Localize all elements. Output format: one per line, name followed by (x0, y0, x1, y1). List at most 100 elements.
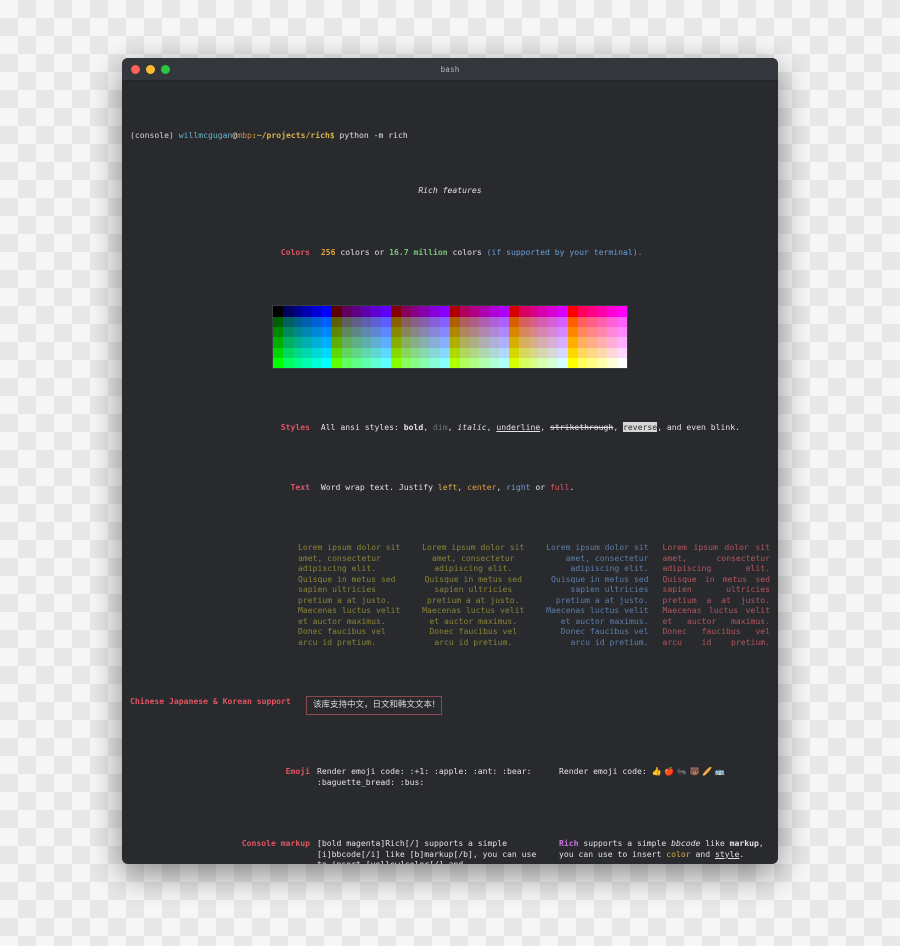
color-swatch (381, 337, 391, 348)
color-swatch (459, 316, 470, 328)
color-swatch (528, 327, 539, 338)
color-swatch (567, 306, 578, 317)
emoji-codes-line1: Render emoji code: :+1: :apple: :ant: :b… (317, 765, 532, 776)
color-swatch (322, 316, 332, 328)
color-swatch (361, 327, 372, 338)
window-controls[interactable] (131, 64, 170, 74)
color-swatch (322, 337, 332, 348)
color-swatch (499, 358, 509, 369)
color-swatch (361, 347, 372, 359)
color-swatch (361, 358, 372, 369)
color-swatch (459, 337, 470, 348)
console-markup-label: Console markup (241, 838, 310, 849)
color-swatch (420, 316, 431, 328)
colors-note: (if supported by your terminal). (486, 246, 643, 257)
console-markup-source: [bold magenta]Rich[/] supports a simple[… (317, 838, 539, 864)
color-swatch (528, 337, 539, 348)
color-swatch (440, 347, 450, 359)
color-swatch (538, 347, 549, 359)
justify-left: left (437, 482, 458, 493)
color-swatch (292, 347, 303, 359)
prompt-prefix: (console) (130, 130, 179, 141)
color-swatch (518, 358, 529, 369)
color-swatch (341, 358, 352, 369)
color-swatch (538, 316, 549, 328)
colors-text-b: colors (447, 246, 487, 257)
lorem-center: Lorem ipsum dolor sit amet, consectetur … (422, 542, 525, 647)
color-swatch (469, 327, 480, 338)
color-swatch (597, 337, 608, 348)
prompt-path: :~/projects/rich$ (251, 130, 335, 141)
color-swatch (400, 316, 411, 328)
color-swatch (440, 306, 450, 317)
color-swatch (371, 358, 382, 369)
markup-line1: [bold magenta]Rich[/] supports a simple (317, 838, 508, 849)
close-button[interactable] (131, 64, 140, 74)
lorem-right: Lorem ipsum dolor sit amet, consectetur … (546, 542, 649, 647)
color-swatch (302, 358, 313, 369)
color-swatch (548, 358, 559, 369)
color-swatch (292, 337, 303, 348)
lorem-left: Lorem ipsum dolor sit amet, consectetur … (298, 542, 401, 647)
color-swatch (577, 347, 588, 359)
color-swatch (351, 327, 362, 338)
color-swatch (371, 316, 382, 328)
color-swatch (558, 358, 568, 369)
lorem-full: Lorem ipsum dolor sit amet, consectetur … (662, 542, 771, 647)
terminal-screen[interactable]: (console) willmcgugan@mbp:~/projects/ric… (122, 81, 778, 864)
emoji-codes-line2: :baguette_bread: :bus: (317, 776, 425, 787)
color-swatch (302, 347, 313, 359)
colors-text-a: colors or (335, 246, 390, 257)
command-prompt-line: (console) willmcgugan@mbp:~/projects/ric… (130, 130, 770, 141)
color-swatch (607, 337, 618, 348)
terminal-titlebar[interactable]: bash (122, 58, 778, 81)
text-description: Word wrap text. Justify left, center, ri… (316, 482, 575, 493)
color-swatch (538, 327, 549, 338)
color-swatch (518, 306, 529, 317)
color-swatch (499, 337, 509, 348)
color-swatch (292, 327, 303, 338)
maximize-button[interactable] (161, 64, 170, 74)
color-swatch (587, 327, 598, 338)
console-markup-row: Console markup [bold magenta]Rich[/] sup… (130, 838, 770, 864)
markup-text-b: like (700, 838, 730, 849)
color-swatch (617, 316, 627, 328)
color-swatch (273, 306, 283, 317)
color-swatch (479, 316, 490, 328)
markup-text-d: and (690, 848, 715, 859)
color-swatch (440, 327, 450, 338)
color-swatch (400, 358, 411, 369)
color-swatch (282, 347, 293, 359)
color-swatch (381, 358, 391, 369)
emoji-source: Render emoji code: :+1: :apple: :ant: :b… (317, 766, 539, 787)
color-swatch (499, 347, 509, 359)
color-swatch (469, 337, 480, 348)
style-italic: italic (457, 421, 487, 432)
style-dim: dim (432, 421, 448, 432)
cjk-panel: 该库支持中文，日文和韩文文本! (306, 696, 443, 715)
color-swatch (587, 337, 598, 348)
color-swatch (430, 316, 441, 328)
color-swatch (479, 327, 490, 338)
color-swatch (459, 306, 470, 317)
color-swatch (577, 306, 588, 317)
color-swatch (577, 358, 588, 369)
colors-label: Colors (280, 246, 310, 257)
console-markup-rendered: Rich supports a simple bbcode like marku… (539, 838, 770, 864)
style-underline: underline (496, 421, 541, 432)
color-swatch (410, 347, 421, 359)
color-swatch (607, 347, 618, 359)
color-swatch (489, 337, 500, 348)
color-swatch (577, 337, 588, 348)
color-swatch (577, 316, 588, 328)
minimize-button[interactable] (146, 64, 155, 74)
color-swatch (361, 337, 372, 348)
page-title: Rich features (418, 184, 482, 195)
color-swatch (607, 316, 618, 328)
color-swatch (390, 337, 401, 348)
color-swatch (430, 337, 441, 348)
color-swatch (390, 306, 401, 317)
color-swatch (273, 358, 283, 369)
color-swatch (302, 306, 313, 317)
color-swatch (449, 306, 460, 317)
